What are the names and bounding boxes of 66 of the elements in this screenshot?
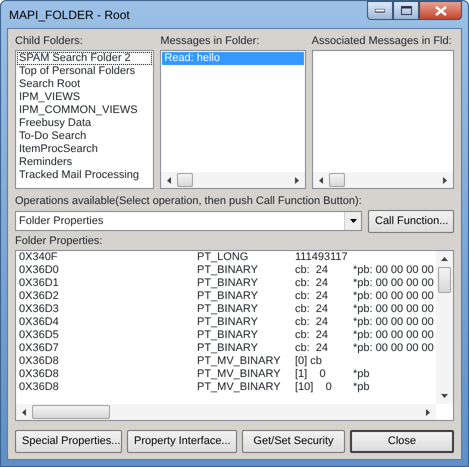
list-item[interactable]: IPM_VIEWS [17, 91, 152, 104]
child-folders-label: Child Folders: [15, 35, 84, 48]
list-item[interactable]: SPAM Search Folder 2 [17, 52, 152, 65]
table-cell-text: 0X36D8 [19, 355, 60, 368]
table-cell-text: PT_BINARY [197, 316, 259, 330]
list-item[interactable]: Reminders [17, 156, 152, 169]
table-cell-text: PT_MV_BINARY [197, 355, 282, 368]
call-function-button[interactable]: Call Function... [368, 210, 454, 232]
table-cell-text: PT_LONG [197, 251, 250, 264]
table-cell-text: PT_BINARY [197, 303, 259, 316]
table-cell-text: *pb: 00 00 00 00 [353, 290, 435, 304]
table-cell-text: cb: 24 [295, 342, 330, 356]
table-cell-text: *pb: 00 00 00 00 [353, 316, 435, 330]
dropdown-value: Folder Properties [19, 214, 104, 229]
table-cell-text: *pb: 00 00 00 00 [353, 303, 435, 316]
properties-label: Folder Properties: [15, 235, 104, 248]
dialog-button[interactable]: Special Properties... [15, 430, 122, 453]
table-cell-text: 111493117 [295, 251, 349, 264]
table-cell-text: *pb [353, 381, 371, 394]
operations-label: Operations available(Select operation, then push Call Function Button): [15, 194, 363, 208]
table-cell-text: 0X36D7 [19, 342, 60, 356]
table-cell-text: 0X340F [19, 251, 59, 264]
table-cell-text: PT_BINARY [197, 329, 259, 342]
table-cell-text: cb: 24 [295, 316, 330, 330]
table-cell-text: 0X36D1 [19, 277, 60, 290]
table-cell-text: cb: 24 [295, 303, 330, 316]
table-cell-text: 0X36D4 [19, 316, 60, 330]
table-cell-text: *pb: 00 00 00 00 [353, 277, 435, 290]
messages-label: Messages in Folder: [160, 35, 260, 48]
table-cell-text: [10] 0 [295, 381, 333, 394]
table-cell-text: 0X36D3 [19, 303, 60, 316]
table-cell-text: *pb: 00 00 00 00 [353, 264, 435, 278]
table-cell-text: [0] cb [295, 355, 323, 368]
operations-dropdown[interactable]: Folder Properties [15, 211, 362, 231]
table-cell-text: *pb [353, 368, 371, 382]
list-item[interactable]: ItemProcSearch [17, 143, 152, 156]
child-folders-list[interactable]: SPAM Search Folder 2 Top of Personal Folders Search Root IPM_VIEWS IPM_COMMON_VIEWS Freebusy Data To-Do Search ItemProcSearch Reminders Tracked Mail Processing [15, 50, 154, 189]
table-cell-text: cb: 24 [295, 290, 330, 304]
table-cell-text: cb: 24 [295, 329, 330, 342]
list-item[interactable]: Tracked Mail Processing [17, 169, 152, 182]
associated-messages-label: Associated Messages in Fld: [312, 35, 453, 48]
table-cell-text: [1] 0 [295, 368, 327, 382]
list-item[interactable]: To-Do Search [17, 130, 152, 143]
list-item[interactable]: Search Root [17, 78, 152, 91]
table-cell-text: cb: 24 [295, 277, 330, 290]
table-cell-text: PT_BINARY [197, 277, 259, 290]
dialog-button[interactable]: Get/Set Security [242, 430, 345, 453]
dialog-button[interactable]: Property Interface... [127, 430, 237, 453]
table-cell-text: PT_BINARY [197, 290, 259, 304]
table-cell-text: 0X36D5 [19, 329, 60, 342]
table-cell-text: 0X36D0 [19, 264, 60, 278]
dialog-button[interactable]: Close [350, 430, 454, 453]
table-cell-text: PT_MV_BINARY [197, 381, 282, 394]
table-cell-text: *pb: 00 00 00 00 [353, 329, 435, 342]
table-cell-text: PT_MV_BINARY [197, 368, 282, 382]
table-cell-text: 0X36D8 [19, 368, 60, 382]
table-cell-text: PT_BINARY [197, 264, 259, 278]
table-cell-text: 0X36D8 [19, 381, 60, 394]
list-item[interactable]: IPM_COMMON_VIEWS [17, 104, 152, 117]
window-title: MAPI_FOLDER - Root [8, 6, 130, 24]
list-item[interactable]: Top of Personal Folders [17, 65, 152, 78]
list-item[interactable]: Freebusy Data [17, 117, 152, 130]
table-cell-text: PT_BINARY [197, 342, 259, 356]
table-cell-text: cb: 24 [295, 264, 330, 278]
table-cell-text: *pb: 00 00 00 00 [353, 342, 435, 356]
table-cell-text: 0X36D2 [19, 290, 60, 304]
